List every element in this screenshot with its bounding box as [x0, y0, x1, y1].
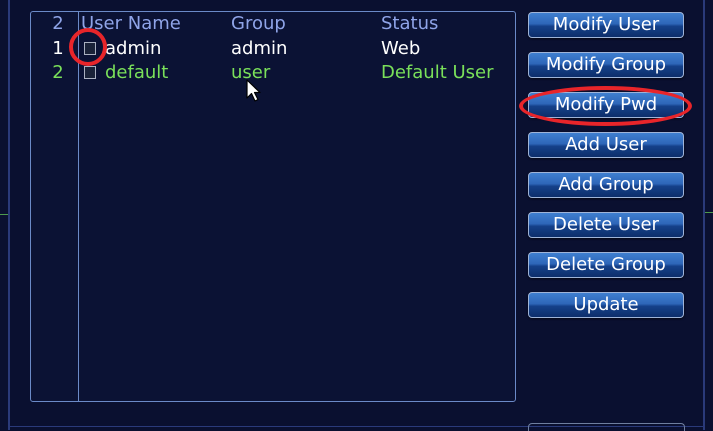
table-row-default[interactable]: 2 default user Default User — [31, 61, 515, 85]
frame-tick-right — [705, 212, 713, 213]
row-checkbox-default[interactable] — [84, 66, 96, 79]
mouse-pointer-icon — [246, 79, 261, 102]
row-index: 1 — [52, 38, 64, 59]
row-status: Web — [381, 38, 421, 59]
row-group: admin — [231, 38, 288, 59]
row-index: 2 — [52, 62, 64, 83]
add-group-button[interactable]: Add Group — [528, 172, 684, 198]
user-list-panel: 2 User Name Group Status 1 admin admin W… — [30, 11, 516, 402]
row-status: Default User — [381, 62, 494, 83]
modify-group-button[interactable]: Modify Group — [528, 52, 684, 78]
checkbox-highlight-annotation — [69, 28, 107, 66]
window-frame-right — [703, 0, 713, 430]
row-user-name: admin — [105, 38, 162, 59]
header-status: Status — [381, 13, 439, 34]
delete-user-button[interactable]: Delete User — [528, 212, 684, 238]
row-user-name: default — [105, 62, 169, 83]
header-user-count: 2 — [52, 13, 64, 34]
delete-group-button[interactable]: Delete Group — [528, 252, 684, 278]
modify-user-button[interactable]: Modify User — [528, 12, 684, 38]
modify-pwd-highlight-annotation — [519, 86, 692, 126]
add-user-button[interactable]: Add User — [528, 132, 684, 158]
frame-tick-left — [0, 214, 8, 215]
user-table-header: 2 User Name Group Status — [31, 12, 515, 36]
header-group: Group — [231, 13, 286, 34]
update-button[interactable]: Update — [528, 292, 684, 318]
window-frame-left — [0, 0, 10, 430]
